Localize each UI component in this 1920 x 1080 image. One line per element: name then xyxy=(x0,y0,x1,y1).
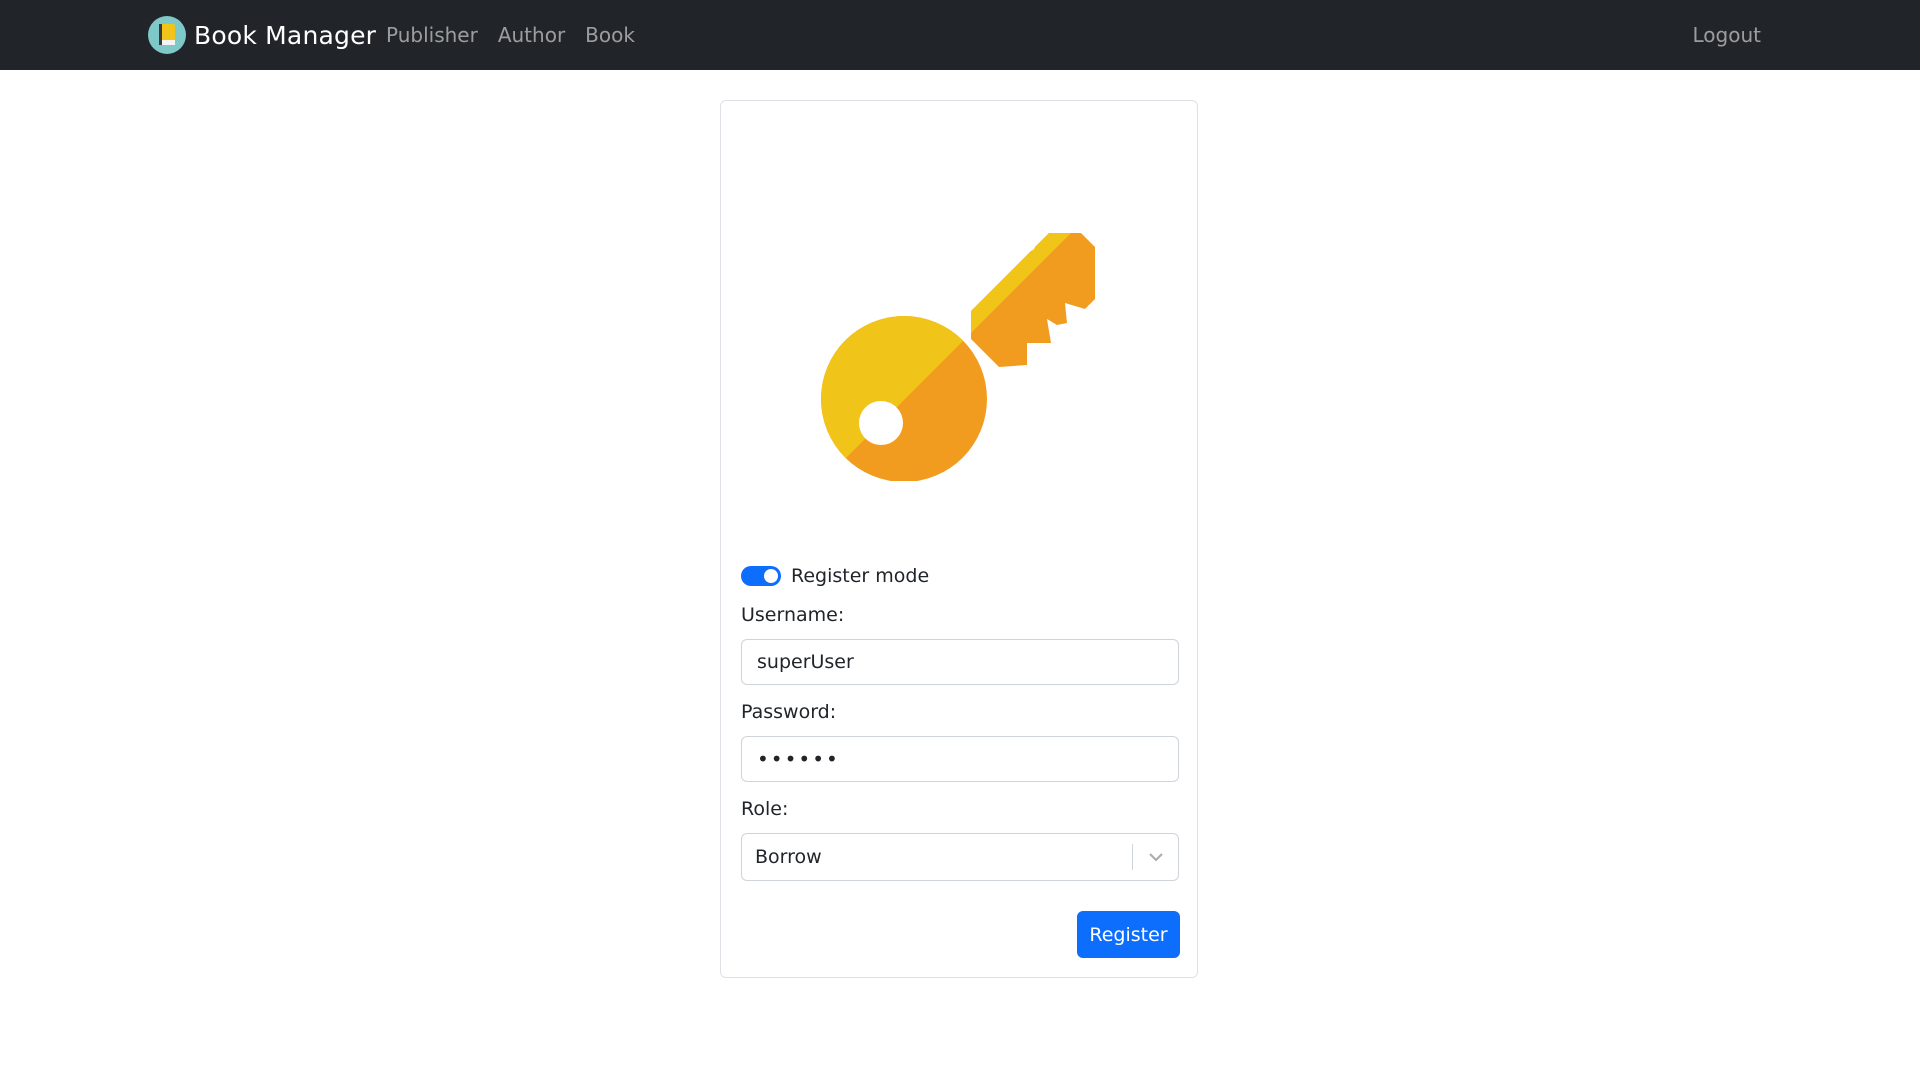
select-separator xyxy=(1132,844,1133,870)
register-mode-toggle[interactable] xyxy=(741,566,781,586)
chevron-down-icon[interactable] xyxy=(1146,847,1166,867)
username-label: Username: xyxy=(741,604,845,626)
role-label: Role: xyxy=(741,798,789,820)
nav-link-publisher[interactable]: Publisher xyxy=(386,23,478,47)
brand-link[interactable]: Book Manager xyxy=(148,15,376,55)
register-button[interactable]: Register xyxy=(1077,911,1180,958)
brand-title: Book Manager xyxy=(194,20,377,50)
nav-link-book[interactable]: Book xyxy=(585,23,635,47)
username-input[interactable] xyxy=(741,639,1179,685)
top-navbar: Book Manager Publisher Author Book Logou… xyxy=(0,0,1920,70)
toggle-knob xyxy=(764,569,778,583)
logout-link[interactable]: Logout xyxy=(1693,0,1761,70)
role-selected-value: Borrow xyxy=(755,846,822,868)
register-mode-row: Register mode xyxy=(741,561,929,591)
nav-link-author[interactable]: Author xyxy=(498,23,565,47)
register-mode-label: Register mode xyxy=(791,565,930,587)
navbar-container: Book Manager Publisher Author Book Logou… xyxy=(148,0,1761,70)
nav-links: Publisher Author Book xyxy=(386,0,655,70)
password-input[interactable] xyxy=(741,736,1179,782)
password-label: Password: xyxy=(741,701,837,723)
role-select[interactable]: Borrow xyxy=(741,833,1179,881)
book-manager-logo-icon xyxy=(148,16,186,54)
key-icon xyxy=(821,201,1101,481)
auth-card: Register mode Username: Password: Role: … xyxy=(720,100,1198,978)
